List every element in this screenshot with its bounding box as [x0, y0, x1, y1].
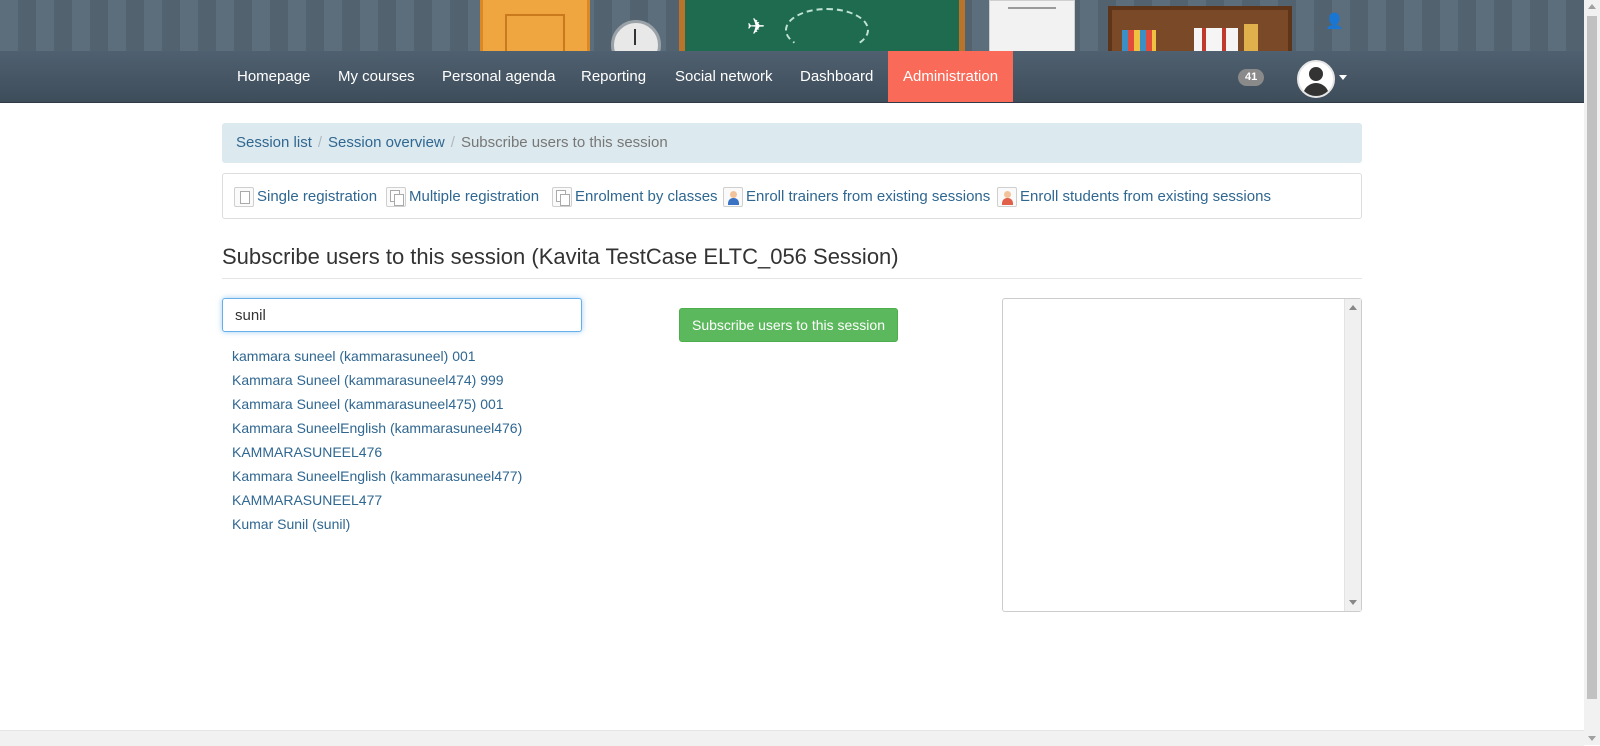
scroll-up-icon[interactable] [1588, 4, 1596, 9]
list-item[interactable]: kammara suneel (kammarasuneel) 001 [232, 344, 522, 368]
nav-personal-agenda[interactable]: Personal agenda [427, 51, 570, 102]
page-footer [0, 730, 1584, 746]
page-scrollbar[interactable] [1584, 0, 1600, 745]
enrolment-by-classes-link[interactable]: Enrolment by classes [552, 186, 718, 208]
scroll-down-icon[interactable] [1588, 736, 1596, 741]
breadcrumb-session-overview[interactable]: Session overview [328, 134, 445, 151]
banner-paper-illustration [989, 0, 1075, 51]
header-banner: ✈ 👤 [0, 0, 1584, 51]
banner-bookshelf-illustration [1108, 6, 1292, 51]
list-item[interactable]: KAMMARASUNEEL476 [232, 440, 522, 464]
page-title: Subscribe users to this session (Kavita … [222, 244, 1362, 279]
multiple-documents-icon [386, 187, 406, 208]
nav-social-network[interactable]: Social network [660, 51, 788, 102]
nav-administration[interactable]: Administration [888, 51, 1014, 102]
list-item[interactable]: Kammara Suneel (kammarasuneel474) 999 [232, 368, 522, 392]
banner-clock-illustration [611, 20, 661, 51]
scrollbar-thumb[interactable] [1587, 16, 1597, 699]
breadcrumb-current: Subscribe users to this session [460, 134, 668, 151]
nav-my-courses[interactable]: My courses [323, 51, 430, 102]
scroll-up-icon[interactable] [1349, 305, 1357, 310]
list-item[interactable]: Kumar Sunil (sunil) [232, 512, 522, 536]
actions-toolbar: Single registration Multiple registratio… [222, 173, 1362, 219]
trainer-user-icon [723, 187, 743, 208]
nav-dashboard[interactable]: Dashboard [785, 51, 888, 102]
student-user-icon [997, 187, 1017, 208]
paper-plane-icon: ✈ [747, 14, 766, 39]
avatar[interactable] [1297, 60, 1335, 98]
user-icon[interactable]: 👤 [1325, 12, 1344, 30]
list-item[interactable]: KAMMARASUNEEL477 [232, 488, 522, 512]
multiple-documents-icon [552, 187, 572, 208]
multiple-registration-link[interactable]: Multiple registration [386, 186, 539, 208]
list-item[interactable]: Kammara SuneelEnglish (kammarasuneel476) [232, 416, 522, 440]
breadcrumb-session-list[interactable]: Session list [236, 134, 312, 151]
single-registration-link[interactable]: Single registration [234, 186, 377, 208]
banner-chalkboard-illustration: ✈ [679, 0, 965, 51]
selected-users-list[interactable] [1002, 298, 1362, 612]
scroll-down-icon[interactable] [1349, 600, 1357, 605]
list-scrollbar[interactable] [1344, 299, 1361, 611]
chevron-down-icon[interactable] [1339, 75, 1347, 80]
breadcrumb: Session list / Session overview / Subscribe … [222, 123, 1362, 163]
user-search-input[interactable] [222, 298, 582, 332]
subscribe-users-button[interactable]: Subscribe users to this session [679, 308, 898, 342]
search-results-list: kammara suneel (kammarasuneel) 001 Kamma… [232, 344, 522, 536]
nav-reporting[interactable]: Reporting [566, 51, 661, 102]
enroll-students-link[interactable]: Enroll students from existing sessions [997, 186, 1271, 208]
notification-badge[interactable]: 41 [1238, 69, 1265, 86]
enroll-trainers-link[interactable]: Enroll trainers from existing sessions [723, 186, 990, 208]
single-document-icon [234, 187, 254, 208]
list-item[interactable]: Kammara Suneel (kammarasuneel475) 001 [232, 392, 522, 416]
main-navbar: Homepage My courses Personal agenda Repo… [0, 51, 1584, 103]
nav-homepage[interactable]: Homepage [222, 51, 325, 102]
list-item[interactable]: Kammara SuneelEnglish (kammarasuneel477) [232, 464, 522, 488]
banner-door-illustration [480, 0, 590, 51]
